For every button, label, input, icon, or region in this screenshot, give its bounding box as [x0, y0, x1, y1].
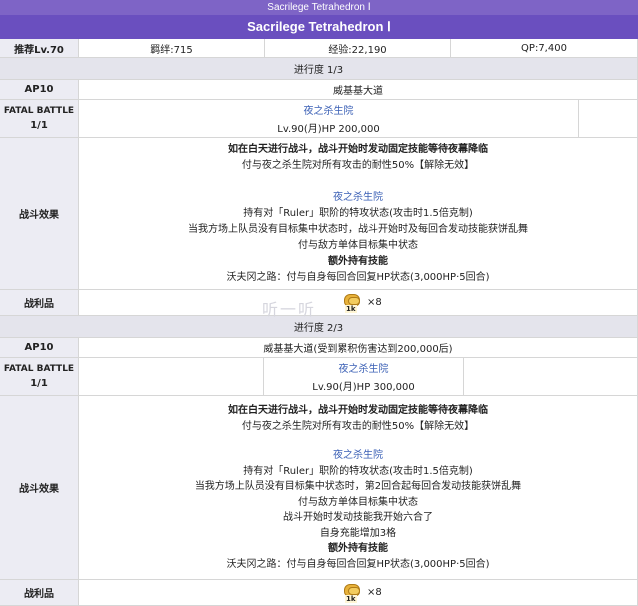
stage2-effect-line: 额外持有技能: [328, 543, 388, 554]
stage2-effect-line: 当我方场上队员没有目标集中状态时，第2回合起每回合发动技能获饼乱舞: [194, 481, 522, 492]
fatal-label: FATAL BATTLE: [3, 364, 75, 374]
stage2-fatal-battle: FATAL BATTLE 1/1: [0, 358, 79, 396]
stage2-enemy-stats: Lv.90(月)HP 300,000: [312, 382, 415, 393]
stage1-effect-enemy-link[interactable]: 夜之杀生院: [333, 190, 383, 206]
stage1-progress: 进行度 1/3: [0, 58, 638, 80]
fatal-label: FATAL BATTLE: [3, 106, 75, 116]
stage2-effect-line: 付与敌方单体目标集中状态: [298, 496, 418, 508]
stage2-effect-line: 付与夜之杀生院对所有攻击的耐性50%【解除无效】: [241, 420, 475, 432]
recommended-level: 推荐Lv.70: [0, 39, 79, 58]
drop-count: ×8: [367, 587, 382, 598]
stage1-fatal-battle: FATAL BATTLE 1/1: [0, 100, 79, 138]
qp-coin-icon[interactable]: 1k: [343, 293, 363, 313]
stage1-enemy-name[interactable]: 夜之杀生院: [304, 102, 354, 117]
drop-amount-tag: 1k: [345, 594, 357, 603]
drop-count: ×8: [367, 297, 382, 308]
stage2-effects: 如在白天进行战斗，战斗开始时发动固定技能等待夜幕降临 付与夜之杀生院对所有攻击的…: [79, 396, 638, 580]
stage2-effect-enemy-link[interactable]: 夜之杀生院: [333, 448, 383, 464]
stage2-drops: 1k ×8: [79, 580, 638, 606]
stage1-effect-line: 额外持有技能: [328, 255, 388, 267]
watermark: 听一听: [262, 300, 317, 319]
stage2-location: 威基基大道(受到累积伤害达到200,000后): [79, 338, 638, 358]
drop-amount-tag: 1k: [345, 304, 357, 313]
stage1-drops: 1k ×8: [79, 290, 638, 316]
fatal-count: 1/1: [30, 378, 48, 389]
stage1-enemy: 夜之杀生院 Lv.90(月)HP 200,000: [79, 100, 579, 138]
stage1-effects: 如在白天进行战斗，战斗开始时发动固定技能等待夜幕降临 付与夜之杀生院对所有攻击的…: [79, 138, 638, 290]
stage1-effect-line: 付与敌方单体目标集中状态: [298, 239, 418, 251]
stage1-effect-line: 如在白天进行战斗，战斗开始时发动固定技能等待夜幕降临: [228, 143, 488, 155]
stage2-enemy-name[interactable]: 夜之杀生院: [339, 360, 389, 375]
stage2-enemy-left: [79, 358, 264, 396]
small-title: Sacrilege Tetrahedron Ⅰ: [0, 0, 638, 15]
stage2-effect-line: 自身充能增加3格: [319, 527, 397, 539]
exp-value: 经验:22,190: [265, 39, 451, 58]
stage1-location: 威基基大道: [79, 80, 638, 100]
quest-title: Sacrilege Tetrahedron Ⅰ: [0, 15, 638, 39]
stage2-enemy-right: [464, 358, 638, 396]
stage2-effect-line: 沃夫冈之路：付与自身每回合回复HP状态(3,000HP·5回合): [226, 558, 490, 570]
stage1-drop-label: 战利品: [0, 290, 79, 316]
stage1-effect-line: 付与夜之杀生院对所有攻击的耐性50%【解除无效】: [241, 159, 475, 171]
stage1-effect-label: 战斗效果: [0, 138, 79, 290]
stage1-effect-line: 持有对「Ruler」职阶的特攻状态(攻击时1.5倍克制): [243, 207, 473, 219]
stage1-enemy-extra: [579, 100, 638, 138]
stage2-drop-label: 战利品: [0, 580, 79, 606]
stage2-effect-line: 持有对「Ruler」职阶的特攻状态(攻击时1.5倍克制): [243, 465, 473, 477]
stage2-effect-label: 战斗效果: [0, 396, 79, 580]
stage2-ap-label: AP10: [0, 338, 79, 358]
stage2-effect-line: 战斗开始时发动技能我开始六合了: [283, 512, 433, 523]
stage2-effect-line: 如在白天进行战斗，战斗开始时发动固定技能等待夜幕降临: [228, 405, 488, 416]
stage1-effect-line: 沃夫冈之路：付与自身每回合回复HP状态(3,000HP·5回合): [226, 271, 490, 283]
stage1-enemy-stats: Lv.90(月)HP 200,000: [277, 124, 380, 135]
stage2-enemy: 夜之杀生院 Lv.90(月)HP 300,000: [264, 358, 464, 396]
qp-coin-icon[interactable]: 1k: [343, 583, 363, 603]
fatal-count: 1/1: [30, 120, 48, 131]
qp-value: QP:7,400: [451, 39, 638, 58]
stage1-effect-line: 当我方场上队员没有目标集中状态时，战斗开始时及每回合发动技能获饼乱舞: [188, 223, 528, 235]
stage2-progress: 进行度 2/3: [0, 316, 638, 338]
bond-value: 羁绊:715: [79, 39, 265, 58]
stage1-ap-label: AP10: [0, 80, 79, 100]
